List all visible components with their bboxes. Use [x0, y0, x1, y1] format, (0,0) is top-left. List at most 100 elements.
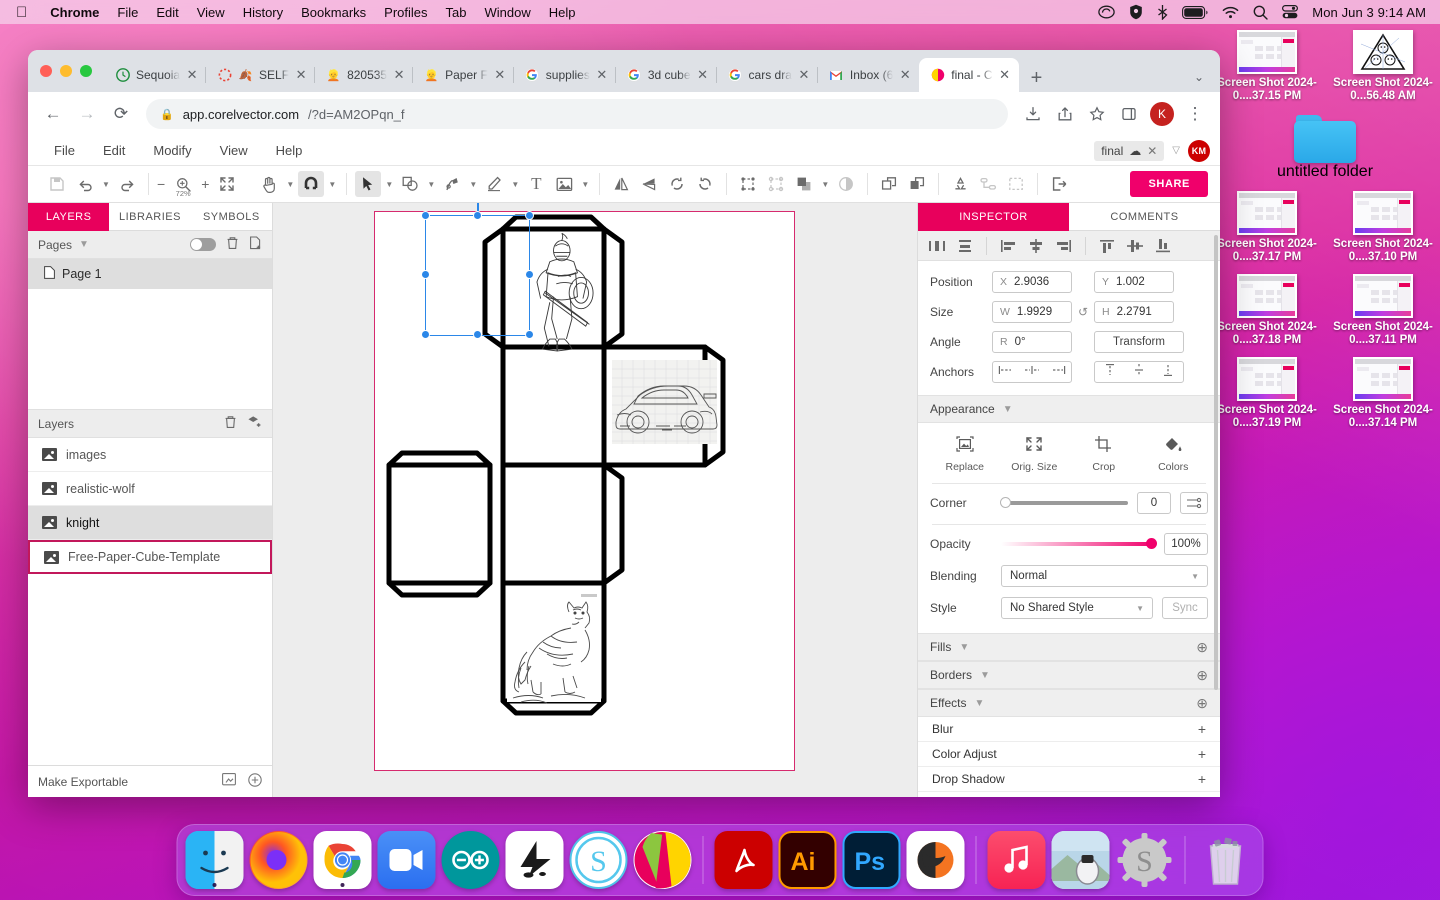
sync-style-button[interactable]: Sync — [1162, 597, 1208, 619]
layer-item-images[interactable]: images — [28, 438, 272, 472]
close-tab-icon[interactable]: ✕ — [697, 67, 709, 83]
selection-handle-mr[interactable] — [525, 270, 534, 279]
add-effect-icon[interactable]: ⊕ — [1196, 695, 1208, 712]
share-button[interactable]: SHARE — [1130, 171, 1208, 197]
position-y-input[interactable]: Y 1.002 — [1094, 271, 1174, 293]
desktop-icon-untitled-folder[interactable]: untitled folder — [1211, 115, 1439, 181]
corner-value-input[interactable]: 0 — [1137, 492, 1171, 514]
flip-horizontal-icon[interactable] — [608, 171, 634, 197]
rotate-ccw-icon[interactable] — [664, 171, 690, 197]
effects-chevron-icon[interactable]: ▼ — [974, 698, 984, 709]
close-tab-icon[interactable]: ✕ — [999, 67, 1011, 83]
dock-item-chrome[interactable] — [313, 831, 372, 889]
close-tab-icon[interactable]: ✕ — [596, 67, 608, 83]
appearance-section-header[interactable]: Appearance ▼ — [918, 395, 1220, 423]
menubar-item-profiles[interactable]: Profiles — [375, 5, 436, 20]
opacity-value-input[interactable]: 100% — [1164, 533, 1208, 555]
desktop-icon-screenshot-1[interactable]: Screen Shot 2024-0....37.15 PM — [1211, 30, 1323, 103]
control-center-icon[interactable] — [1282, 5, 1299, 19]
app-menu-view[interactable]: View — [208, 143, 260, 158]
dock-item-arduino[interactable] — [441, 831, 500, 889]
selection-handle-br[interactable] — [525, 330, 534, 339]
address-bar[interactable]: 🔒 app.corelvector.com /?d=AM2OPqn_f — [146, 99, 1008, 129]
redo-icon[interactable] — [114, 171, 140, 197]
browser-tab-inbox[interactable]: Inbox (6 ✕ — [816, 58, 919, 92]
align-center-horizontal-icon[interactable] — [1023, 234, 1049, 258]
close-tab-icon[interactable]: ✕ — [393, 67, 405, 83]
reload-button[interactable]: ⟳ — [106, 99, 136, 129]
bluetooth-icon[interactable] — [1157, 4, 1168, 20]
dock-item-music[interactable] — [987, 831, 1046, 889]
flip-vertical-icon[interactable] — [636, 171, 662, 197]
close-window-button[interactable] — [40, 65, 52, 77]
add-layer-icon[interactable] — [247, 415, 262, 432]
install-app-icon[interactable] — [1018, 99, 1048, 129]
anchor-left-icon[interactable] — [998, 363, 1013, 381]
dock-item-corel-vector[interactable] — [906, 831, 965, 889]
replace-image-button[interactable]: Replace — [930, 431, 1000, 481]
shield-icon[interactable] — [1129, 4, 1143, 20]
path-icon[interactable] — [975, 171, 1001, 197]
browser-tab-3d-cube[interactable]: 3d cube ✕ — [614, 58, 717, 92]
profile-avatar[interactable]: K — [1150, 102, 1174, 126]
effect-row-color-adjust[interactable]: Color Adjust + — [918, 742, 1220, 767]
menubar-item-tab[interactable]: Tab — [437, 5, 476, 20]
blending-select[interactable]: Normal ▼ — [1001, 565, 1208, 587]
corner-slider[interactable] — [1000, 497, 1128, 508]
dock-item-preview[interactable] — [1051, 831, 1110, 889]
creative-cloud-icon[interactable] — [1098, 5, 1116, 19]
selection-bounding-box[interactable] — [425, 215, 530, 336]
anchor-horizontal-group[interactable] — [992, 361, 1072, 383]
layer-item-free-paper-cube-template[interactable]: Free-Paper-Cube-Template — [28, 540, 272, 574]
browser-tab-supplies[interactable]: supplies ✕ — [512, 58, 616, 92]
zoom-in-button[interactable]: + — [201, 176, 209, 192]
app-menu-edit[interactable]: Edit — [91, 143, 137, 158]
anchor-vertical-group[interactable] — [1094, 361, 1184, 383]
text-tool-icon[interactable]: T — [523, 171, 549, 197]
selection-handle-bc[interactable] — [473, 330, 482, 339]
app-menu-help[interactable]: Help — [264, 143, 315, 158]
tab-libraries[interactable]: LIBRARIES — [109, 203, 191, 231]
search-icon[interactable] — [1253, 5, 1268, 20]
close-tab-icon[interactable]: ✕ — [295, 67, 307, 83]
align-bottom-icon[interactable] — [1150, 234, 1176, 258]
tab-layers[interactable]: LAYERS — [28, 203, 110, 231]
distribute-horizontal-icon[interactable] — [924, 234, 950, 258]
close-tab-icon[interactable]: ✕ — [494, 67, 506, 83]
add-color-adjust-icon[interactable]: + — [1198, 746, 1206, 762]
pages-visibility-toggle[interactable] — [190, 238, 216, 251]
desktop-icon-screenshot-4[interactable]: Screen Shot 2024-0....37.10 PM — [1327, 191, 1439, 264]
pencil-tool-icon[interactable] — [481, 171, 507, 197]
browser-tab-final-active[interactable]: final - C ✕ — [919, 58, 1019, 92]
menubar-clock[interactable]: Mon Jun 3 9:14 AM — [1312, 5, 1426, 20]
selection-handle-ml[interactable] — [421, 270, 430, 279]
magnet-snap-icon[interactable] — [298, 171, 325, 197]
original-size-button[interactable]: Orig. Size — [1000, 431, 1070, 481]
boolean-chevron-icon[interactable]: ▼ — [819, 180, 831, 189]
dock-item-inkscape[interactable] — [505, 831, 564, 889]
layer-item-realistic-wolf[interactable]: realistic-wolf — [28, 472, 272, 506]
dock-item-zoom[interactable] — [377, 831, 436, 889]
send-backward-icon[interactable] — [904, 171, 930, 197]
dock-item-illustrator[interactable]: Ai — [778, 831, 837, 889]
app-menu-file[interactable]: File — [42, 143, 87, 158]
transform-button[interactable]: Transform — [1094, 331, 1184, 353]
angle-input[interactable]: R 0° — [992, 331, 1072, 353]
zoom-icon[interactable]: 72% — [170, 171, 196, 198]
make-exportable-bar[interactable]: Make Exportable — [28, 765, 272, 797]
close-document-icon[interactable]: ✕ — [1147, 144, 1157, 158]
recycle-icon[interactable] — [947, 171, 973, 197]
distribute-vertical-icon[interactable] — [952, 234, 978, 258]
boolean-icon[interactable] — [791, 171, 817, 197]
selection-handle-bl[interactable] — [421, 330, 430, 339]
fit-icon[interactable] — [214, 171, 240, 197]
corner-options-icon[interactable] — [1180, 492, 1208, 514]
link-aspect-ratio-icon[interactable]: ↺ — [1072, 305, 1094, 319]
colors-button[interactable]: Colors — [1139, 431, 1209, 481]
design-canvas[interactable] — [273, 203, 917, 797]
image-tool-chevron-icon[interactable]: ▼ — [579, 180, 591, 189]
menubar-item-history[interactable]: History — [234, 5, 292, 20]
chevron-down-icon[interactable]: ▽ — [1172, 145, 1180, 156]
size-width-input[interactable]: W 1.9929 — [992, 301, 1072, 323]
delete-layer-icon[interactable] — [224, 415, 237, 432]
